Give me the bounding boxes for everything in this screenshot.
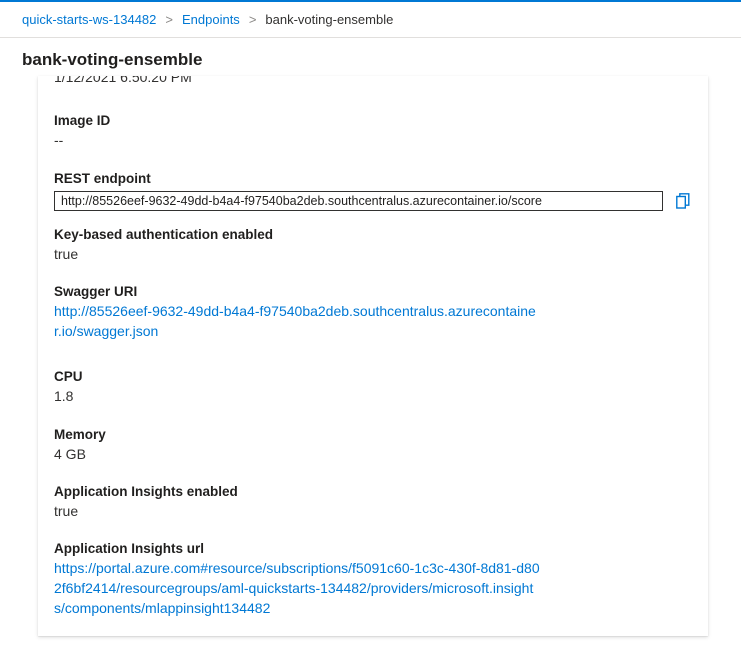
rest-endpoint-input[interactable]	[54, 191, 664, 211]
details-card: 1/12/2021 6:50:20 PM Image ID -- REST en…	[38, 76, 708, 636]
app-insights-enabled-field: Application Insights enabled true	[54, 483, 694, 521]
page-title: bank-voting-ensemble	[22, 50, 203, 69]
memory-field: Memory 4 GB	[54, 426, 694, 464]
key-auth-value: true	[54, 246, 79, 262]
swagger-uri-field: Swagger URI http://85526eef-9632-49dd-b4…	[54, 283, 694, 341]
swagger-uri-link[interactable]: http://85526eef-9632-49dd-b4a4-f97540ba2…	[54, 301, 694, 341]
cpu-value: 1.8	[54, 388, 74, 404]
key-auth-label: Key-based authentication enabled	[54, 227, 274, 242]
app-insights-url-label: Application Insights url	[54, 541, 205, 556]
app-insights-url-line: https://portal.azure.com#resource/subscr…	[54, 560, 540, 576]
swagger-uri-line: r.io/swagger.json	[54, 323, 159, 339]
copy-icon	[676, 193, 690, 209]
rest-endpoint-label: REST endpoint	[54, 171, 151, 186]
rest-endpoint-field: REST endpoint	[54, 170, 694, 212]
cpu-field: CPU 1.8	[54, 368, 694, 406]
image-id-label: Image ID	[54, 113, 111, 128]
breadcrumb-current: bank-voting-ensemble	[265, 12, 394, 27]
key-auth-field: Key-based authentication enabled true	[54, 226, 694, 264]
app-insights-enabled-value: true	[54, 503, 79, 519]
memory-label: Memory	[54, 427, 106, 442]
memory-value: 4 GB	[54, 446, 86, 462]
app-insights-url-line: 2f6bf2414/resourcegroups/aml-quickstarts…	[54, 580, 534, 596]
image-id-field: Image ID --	[54, 112, 694, 150]
breadcrumb-endpoints-link[interactable]: Endpoints	[182, 12, 240, 27]
breadcrumb-separator: >	[248, 12, 257, 27]
breadcrumb-separator: >	[165, 12, 173, 27]
swagger-uri-label: Swagger URI	[54, 284, 138, 299]
app-insights-url-line: s/components/mlappinsight134482	[54, 600, 271, 616]
created-on-value: 1/12/2021 6:50:20 PM	[54, 76, 192, 85]
app-insights-enabled-label: Application Insights enabled	[54, 484, 238, 499]
swagger-uri-line: http://85526eef-9632-49dd-b4a4-f97540ba2…	[54, 303, 536, 319]
cpu-label: CPU	[54, 369, 83, 384]
app-insights-url-link[interactable]: https://portal.azure.com#resource/subscr…	[54, 558, 694, 618]
breadcrumb-workspace-link[interactable]: quick-starts-ws-134482	[22, 12, 156, 27]
breadcrumb: quick-starts-ws-134482 > Endpoints > ban…	[0, 2, 741, 38]
image-id-value: --	[54, 132, 64, 148]
app-insights-url-field: Application Insights url https://portal.…	[54, 540, 694, 618]
copy-endpoint-button[interactable]	[672, 190, 694, 212]
